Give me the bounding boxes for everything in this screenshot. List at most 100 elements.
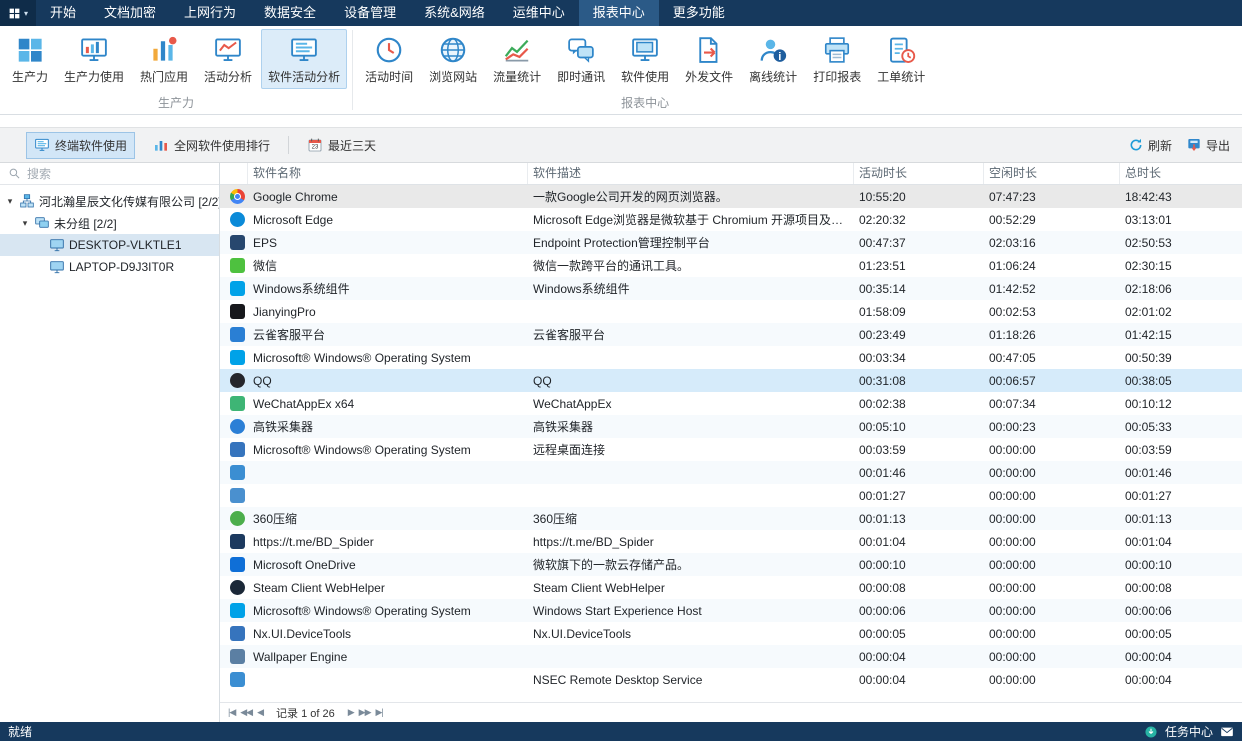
tab-terminal-software-usage[interactable]: 终端软件使用 [26, 132, 135, 159]
tab-label: 全网软件使用排行 [174, 137, 270, 154]
refresh-button[interactable]: 刷新 [1128, 137, 1172, 154]
table-row[interactable]: 微信微信一款跨平台的通讯工具。01:23:5101:06:2402:30:15 [220, 254, 1242, 277]
ribbon-button-label: 软件使用 [621, 68, 669, 85]
ribbon-button-software-activity-analysis[interactable]: 软件活动分析 [261, 29, 347, 89]
pager-next-icon[interactable]: ▶ [348, 707, 354, 718]
status-ready-text: 就绪 [8, 723, 32, 740]
caret-down-icon[interactable]: ▾ [20, 218, 30, 229]
table-row[interactable]: 360压缩360压缩00:01:1300:00:0000:01:13 [220, 507, 1242, 530]
table-row[interactable]: 云雀客服平台云雀客服平台00:23:4901:18:2601:42:15 [220, 323, 1242, 346]
cell-idle-duration: 00:00:00 [984, 650, 1120, 664]
table-row[interactable]: NSEC Remote Desktop Service00:00:0400:00… [220, 668, 1242, 691]
ribbon-button-outgoing-files[interactable]: 外发文件 [678, 29, 740, 89]
table-row[interactable]: Windows系统组件Windows系统组件00:35:1401:42:5202… [220, 277, 1242, 300]
offline-stats-icon: i [758, 35, 788, 65]
pager-prev-group-icon[interactable]: ◀◀ [240, 707, 252, 718]
table-row[interactable]: WeChatAppEx x64WeChatAppEx00:02:3800:07:… [220, 392, 1242, 415]
menu-item-system-network[interactable]: 系统&网络 [410, 0, 499, 26]
table-row[interactable]: Google Chrome一款Google公司开发的网页浏览器。10:55:20… [220, 185, 1242, 208]
jianyingpro-icon [230, 304, 245, 319]
ribbon-button-print-report[interactable]: 打印报表 [806, 29, 868, 89]
column-header-total-duration[interactable]: 总时长 [1120, 163, 1242, 184]
row-icon-cell [220, 189, 248, 204]
ribbon-button-traffic-stats[interactable]: 流量统计 [486, 29, 548, 89]
ribbon-button-instant-messaging[interactable]: 即时通讯 [550, 29, 612, 89]
task-center-button[interactable]: 任务中心 [1165, 723, 1213, 740]
table-row[interactable]: https://t.me/BD_Spiderhttps://t.me/BD_Sp… [220, 530, 1242, 553]
menu-item-report-center[interactable]: 报表中心 [579, 0, 659, 26]
cell-software-desc: 远程桌面连接 [528, 441, 854, 458]
menu-item-ops-center[interactable]: 运维中心 [499, 0, 579, 26]
column-header-software-desc[interactable]: 软件描述 [528, 163, 854, 184]
cell-total-duration: 18:42:43 [1120, 190, 1242, 204]
toolbar-divider [288, 136, 289, 154]
mail-icon[interactable] [1220, 725, 1234, 739]
tree-item-desktop-vlktle1[interactable]: DESKTOP-VLKTLE1 [0, 234, 219, 256]
table-row[interactable]: 00:01:4600:00:0000:01:46 [220, 461, 1242, 484]
table-row[interactable]: Microsoft® Windows® Operating System00:0… [220, 346, 1242, 369]
cell-software-name: QQ [248, 374, 528, 388]
cell-software-name: Steam Client WebHelper [248, 581, 528, 595]
cell-software-name: 云雀客服平台 [248, 326, 528, 343]
table-row[interactable]: 高铁采集器高铁采集器00:05:1000:00:2300:05:33 [220, 415, 1242, 438]
column-header-idle-duration[interactable]: 空闲时长 [984, 163, 1120, 184]
export-button[interactable]: 导出 [1186, 137, 1230, 154]
ribbon-button-activity-analysis[interactable]: 活动分析 [197, 29, 259, 89]
menu-bar: ▾ 开始文档加密上网行为数据安全设备管理系统&网络运维中心报表中心更多功能 [0, 0, 1242, 26]
ribbon-button-label: 即时通讯 [557, 68, 605, 85]
table-row[interactable]: Microsoft OneDrive微软旗下的一款云存储产品。00:00:100… [220, 553, 1242, 576]
ribbon-button-software-usage[interactable]: 软件使用 [614, 29, 676, 89]
ribbon-button-activity-time[interactable]: 活动时间 [358, 29, 420, 89]
cell-software-name: Microsoft Edge [248, 213, 528, 227]
app-menu-button[interactable]: ▾ [0, 0, 36, 26]
pager-record-label: 记录 1 of 26 [276, 705, 335, 721]
table-row[interactable]: Steam Client WebHelperSteam Client WebHe… [220, 576, 1242, 599]
menu-item-doc-encryption[interactable]: 文档加密 [90, 0, 170, 26]
ribbon-button-hot-apps[interactable]: 热门应用 [133, 29, 195, 89]
cell-software-desc: https://t.me/BD_Spider [528, 535, 854, 549]
tab-network-software-rank[interactable]: 全网软件使用排行 [145, 132, 278, 159]
tree-item-laptop-d9j3it0r[interactable]: LAPTOP-D9J3IT0R [0, 256, 219, 278]
column-header-active-duration[interactable]: 活动时长 [854, 163, 984, 184]
table-row[interactable]: EPSEndpoint Protection管理控制平台00:47:3702:0… [220, 231, 1242, 254]
table-row[interactable]: Microsoft EdgeMicrosoft Edge浏览器是微软基于 Chr… [220, 208, 1242, 231]
table-row[interactable]: Microsoft® Windows® Operating System远程桌面… [220, 438, 1242, 461]
cell-active-duration: 00:01:04 [854, 535, 984, 549]
pager-last-icon[interactable]: ▶| [376, 707, 383, 718]
table-row[interactable]: Wallpaper Engine00:00:0400:00:0000:00:04 [220, 645, 1242, 668]
row-icon-cell [220, 212, 248, 227]
ribbon-group-buttons: 生产力生产力使用热门应用活动分析软件活动分析 [0, 29, 352, 93]
tree-item-ungrouped[interactable]: ▾未分组 [2/2] [0, 212, 219, 234]
cell-active-duration: 00:00:10 [854, 558, 984, 572]
pager-prev-icon[interactable]: ◀ [257, 707, 263, 718]
search-input[interactable] [27, 167, 211, 181]
tree-item-company[interactable]: ▾河北瀚星辰文化传媒有限公司 [2/2] [0, 190, 219, 212]
menu-item-start[interactable]: 开始 [36, 0, 90, 26]
table-row[interactable]: Microsoft® Windows® Operating SystemWind… [220, 599, 1242, 622]
table-row[interactable]: 00:01:2700:00:0000:01:27 [220, 484, 1242, 507]
ribbon-button-ticket-stats[interactable]: 工单统计 [870, 29, 932, 89]
cell-software-name: 高铁采集器 [248, 418, 528, 435]
table-row[interactable]: QQQQ00:31:0800:06:5700:38:05 [220, 369, 1242, 392]
ribbon-button-productivity-usage[interactable]: 生产力使用 [57, 29, 131, 89]
menu-item-web-behavior[interactable]: 上网行为 [170, 0, 250, 26]
column-header-software-name[interactable]: 软件名称 [248, 163, 528, 184]
ribbon-button-productivity[interactable]: 生产力 [5, 29, 55, 89]
table-row[interactable]: Nx.UI.DeviceToolsNx.UI.DeviceTools00:00:… [220, 622, 1242, 645]
menu-item-more-features[interactable]: 更多功能 [659, 0, 739, 26]
activity-analysis-icon [213, 35, 243, 65]
row-icon-cell [220, 488, 248, 503]
caret-down-icon[interactable]: ▾ [5, 196, 15, 207]
table-row[interactable]: JianyingPro01:58:0900:02:5302:01:02 [220, 300, 1242, 323]
productivity-grid-icon [15, 35, 45, 65]
cell-software-desc: Microsoft Edge浏览器是微软基于 Chromium 开源项目及其他开… [528, 211, 854, 228]
pager-next-group-icon[interactable]: ▶▶ [359, 707, 371, 718]
pager-first-icon[interactable]: |◀ [228, 707, 235, 718]
tab-last-three-days[interactable]: 23最近三天 [299, 132, 384, 159]
menu-item-device-management[interactable]: 设备管理 [330, 0, 410, 26]
ribbon-button-label: 活动分析 [204, 68, 252, 85]
view-tabs: 终端软件使用 全网软件使用排行 23最近三天 [26, 132, 384, 159]
ribbon-button-browse-websites[interactable]: 浏览网站 [422, 29, 484, 89]
menu-item-data-security[interactable]: 数据安全 [250, 0, 330, 26]
ribbon-button-offline-stats[interactable]: i离线统计 [742, 29, 804, 89]
